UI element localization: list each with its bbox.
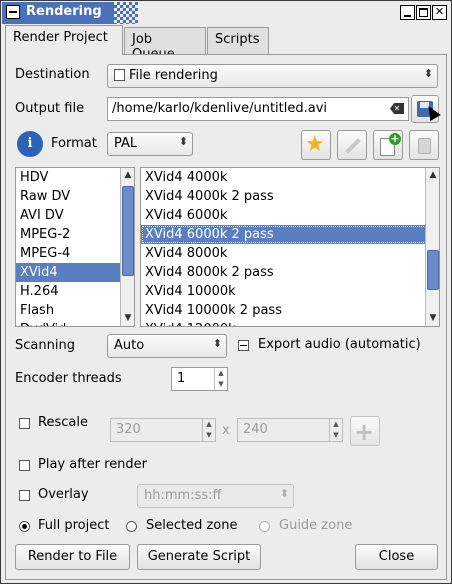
export-audio-label: Export audio (automatic) (258, 337, 421, 352)
star-icon: ★ (305, 132, 325, 157)
file-icon (114, 69, 125, 81)
spin-arrows-icon[interactable]: ▲ ▼ (329, 419, 342, 441)
output-file-value: /home/karlo/kdenlive/untitled.avi (112, 101, 328, 116)
chevron-updown-icon: ⬍ (178, 135, 188, 148)
profile-list-item[interactable]: XVid4 6000k 2 pass (141, 225, 439, 244)
output-file-input[interactable]: /home/karlo/kdenlive/untitled.avi ✕ (107, 97, 409, 121)
window-title: Rendering (26, 4, 102, 19)
group-list[interactable]: HDV Raw DV AVI DV MPEG-2 MPEG-4 XVid4 H.264 Fla… (15, 167, 135, 327)
guide-zone-radio[interactable] (259, 521, 270, 532)
window-menu-icon[interactable] (6, 5, 20, 19)
close-icon[interactable]: ✕ (432, 5, 447, 20)
overlay-select[interactable]: hh:mm:ss:ff ⬍ (137, 484, 294, 508)
spin-arrows-icon[interactable]: ▲ ▼ (214, 368, 227, 390)
export-audio-checkbox[interactable] (238, 340, 249, 351)
generate-script-button[interactable]: Generate Script (137, 544, 261, 570)
play-after-render-label: Play after render (38, 457, 148, 472)
rescale-height-value: 240 (243, 422, 268, 437)
chevron-updown-icon: ⬍ (212, 337, 222, 350)
trash-icon (418, 138, 431, 154)
spin-arrows-icon[interactable]: ▲ ▼ (202, 419, 215, 441)
encoder-threads-value: 1 (177, 371, 186, 386)
scroll-down-icon[interactable]: ▼ (121, 311, 134, 326)
profile-list-scrollbar[interactable]: ▲ ▼ (425, 168, 439, 326)
rescale-link-button[interactable]: + (350, 416, 380, 446)
rescale-checkbox[interactable] (19, 418, 30, 429)
scroll-down-icon[interactable]: ▼ (426, 311, 439, 326)
group-list-item[interactable]: Flash (16, 301, 134, 320)
profile-list-item[interactable]: XVid4 8000k 2 pass (141, 263, 439, 282)
overlay-value: hh:mm:ss:ff (144, 488, 222, 503)
favorite-button[interactable]: ★ (301, 130, 331, 160)
group-list-item[interactable]: MPEG-2 (16, 225, 134, 244)
new-profile-button[interactable]: + (373, 130, 403, 160)
close-button[interactable]: Close (355, 544, 438, 570)
clear-text-icon[interactable]: ✕ (390, 103, 404, 114)
chevron-updown-icon: ⬍ (423, 67, 433, 80)
full-project-radio[interactable] (19, 521, 30, 532)
encoder-threads-spinbox[interactable]: 1 ▲ ▼ (171, 367, 228, 391)
rescale-height-spinbox[interactable]: 240 ▲ ▼ (237, 418, 343, 442)
chevron-updown-icon: ⬍ (279, 487, 289, 500)
profile-list-item[interactable]: XVid4 10000k 2 pass (141, 301, 439, 320)
scroll-up-icon[interactable]: ▲ (121, 168, 134, 183)
output-file-label: Output file (15, 101, 85, 116)
render-to-file-button[interactable]: Render to File (15, 544, 130, 570)
scroll-thumb[interactable] (122, 186, 134, 276)
scanning-label: Scanning (15, 338, 75, 353)
group-list-item[interactable]: MPEG-4 (16, 244, 134, 263)
minimize-icon[interactable] (400, 5, 415, 20)
group-list-scrollbar[interactable]: ▲ ▼ (120, 168, 134, 326)
maximize-icon[interactable] (416, 5, 431, 20)
group-list-item[interactable]: H.264 (16, 282, 134, 301)
group-list-item[interactable]: XVid4 (16, 263, 134, 282)
selected-zone-radio[interactable] (126, 521, 137, 532)
destination-select[interactable]: File rendering ⬍ (107, 64, 438, 88)
tab-scripts[interactable]: Scripts (207, 27, 269, 54)
format-value: PAL (114, 136, 138, 151)
add-icon: + (354, 418, 375, 446)
rescale-label: Rescale (38, 415, 88, 430)
title-bar[interactable]: Rendering ✕ (2, 2, 450, 24)
format-select[interactable]: PAL ⬍ (107, 132, 193, 156)
pencil-icon (345, 138, 361, 154)
profile-list-item[interactable]: XVid4 6000k (141, 206, 439, 225)
tab-render-project[interactable]: Render Project (5, 25, 123, 55)
profile-list[interactable]: XVid4 4000k XVid4 4000k 2 pass XVid4 6000k… (140, 167, 440, 327)
selected-zone-label: Selected zone (146, 518, 238, 533)
destination-label: Destination (15, 67, 90, 82)
format-label: Format (51, 136, 97, 151)
profile-list-item[interactable]: XVid4 10000k (141, 282, 439, 301)
group-list-item[interactable]: Raw DV (16, 187, 134, 206)
rendering-window: Rendering ✕ Render Project Job Queue Scr… (0, 0, 452, 584)
rescale-width-spinbox[interactable]: 320 ▲ ▼ (110, 418, 216, 442)
group-list-item[interactable]: AVI DV (16, 206, 134, 225)
rescale-x-label: x (222, 423, 230, 438)
profile-list-item[interactable]: XVid4 4000k 2 pass (141, 187, 439, 206)
delete-profile-button[interactable] (409, 130, 439, 160)
tab-job-queue[interactable]: Job Queue (124, 27, 206, 62)
info-icon[interactable]: i (17, 131, 43, 157)
play-after-render-checkbox[interactable] (19, 460, 30, 471)
group-list-item[interactable]: DvdVid... (16, 320, 134, 326)
edit-profile-button[interactable] (337, 130, 367, 160)
add-icon: + (389, 132, 401, 145)
scroll-up-icon[interactable]: ▲ (426, 168, 439, 183)
profile-list-item[interactable]: XVid4 8000k (141, 244, 439, 263)
overlay-checkbox[interactable] (19, 490, 30, 501)
guide-zone-label: Guide zone (279, 518, 353, 533)
destination-value: File rendering (129, 68, 218, 83)
profile-list-item[interactable]: XVid4 4000k (141, 168, 439, 187)
full-project-label: Full project (38, 518, 110, 533)
profile-list-item[interactable]: XVid4 12000k (141, 320, 439, 326)
overlay-label: Overlay (38, 487, 89, 502)
scroll-thumb[interactable] (427, 250, 439, 290)
rescale-width-value: 320 (116, 422, 141, 437)
group-list-item[interactable]: HDV (16, 168, 134, 187)
scanning-value: Auto (114, 338, 145, 353)
scanning-select[interactable]: Auto ⬍ (107, 334, 227, 358)
encoder-threads-label: Encoder threads (15, 371, 122, 386)
